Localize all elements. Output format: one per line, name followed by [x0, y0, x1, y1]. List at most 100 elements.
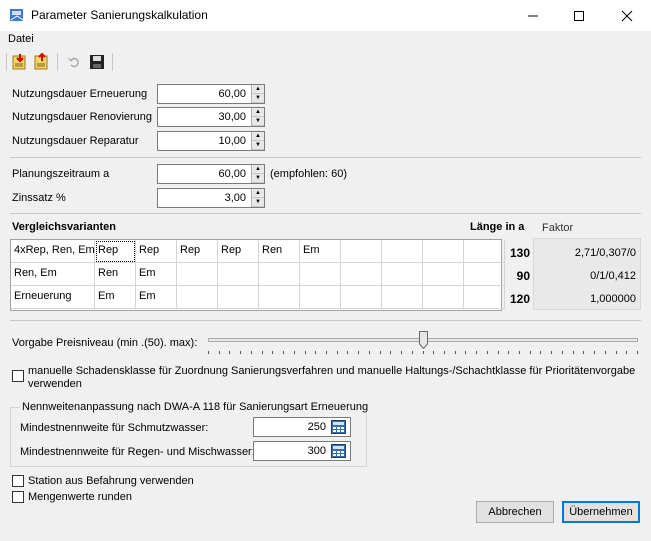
spin-up-icon[interactable]: ▲: [252, 132, 264, 141]
calculator-icon: [331, 444, 346, 458]
variant-step-cell[interactable]: Em: [136, 286, 177, 309]
slider-tick: [519, 351, 521, 354]
spin-down-icon[interactable]: ▼: [252, 117, 264, 126]
slider-tick: [218, 351, 220, 354]
variant-step-cell[interactable]: Rep: [218, 240, 259, 263]
variant-step-cell[interactable]: [259, 286, 300, 309]
reparatur-input[interactable]: 10,00: [157, 131, 265, 151]
window-title: Parameter Sanierungskalkulation: [31, 8, 208, 22]
variant-step-cell[interactable]: Ren: [95, 263, 136, 286]
toolbar-separator: [6, 53, 7, 71]
slider-tick: [401, 351, 403, 354]
slider-tick: [551, 351, 553, 354]
variant-name-cell[interactable]: Erneuerung: [11, 286, 95, 309]
variant-name-cell[interactable]: Ren, Em: [11, 263, 95, 286]
slider-tick: [358, 351, 360, 354]
variant-step-cell[interactable]: Em: [136, 263, 177, 286]
toolbar-separator: [112, 53, 113, 71]
variant-step-cell[interactable]: Em: [300, 240, 341, 263]
zinssatz-spinner[interactable]: ▲ ▼: [251, 189, 264, 207]
variant-step-cell[interactable]: [218, 286, 259, 309]
variant-step-cell[interactable]: [423, 286, 464, 309]
variant-step-cell[interactable]: [177, 286, 218, 309]
variant-step-cell[interactable]: Rep: [136, 240, 177, 263]
variant-step-cell[interactable]: [341, 286, 382, 309]
spin-up-icon[interactable]: ▲: [252, 108, 264, 117]
calculator-button[interactable]: [331, 420, 346, 434]
planungszeitraum-input[interactable]: 60,00: [157, 164, 265, 184]
factor-header: Faktor: [542, 222, 574, 234]
minimize-button[interactable]: [510, 0, 556, 31]
cancel-button[interactable]: Abbrechen: [476, 501, 554, 523]
variant-step-cell[interactable]: [382, 263, 423, 286]
slider-thumb[interactable]: [419, 331, 428, 350]
variants-grid[interactable]: 4xRep, Ren, Em Rep Rep Rep Rep Ren Em Ren, Em Re…: [10, 239, 505, 311]
calculator-button[interactable]: [331, 444, 346, 458]
renovierung-spinner[interactable]: ▲ ▼: [251, 108, 264, 126]
slider-tick: [637, 351, 638, 354]
slider-tick: [561, 351, 563, 354]
label-planungszeitraum: Planungszeitraum a: [12, 168, 110, 180]
undo-icon: [67, 57, 79, 68]
erneuerung-input[interactable]: 60,00: [157, 84, 265, 104]
close-button[interactable]: [604, 0, 650, 31]
erneuerung-spinner[interactable]: ▲ ▼: [251, 85, 264, 103]
save-button[interactable]: [87, 52, 107, 72]
ok-button[interactable]: Übernehmen: [562, 501, 640, 523]
variant-step-cell[interactable]: [341, 240, 382, 263]
variant-step-cell[interactable]: [382, 286, 423, 309]
station-checkbox[interactable]: [12, 475, 24, 487]
label-renovierung: Nutzungsdauer Renovierung: [12, 111, 153, 123]
divider: [10, 213, 641, 214]
variant-step-cell[interactable]: [382, 240, 423, 263]
variant-step-cell[interactable]: Rep: [177, 240, 218, 263]
variant-name-cell[interactable]: 4xRep, Ren, Em: [11, 240, 95, 263]
variant-step-cell[interactable]: [300, 286, 341, 309]
save-icon: [90, 55, 104, 69]
export-button[interactable]: [32, 52, 52, 72]
variant-step-cell[interactable]: [423, 240, 464, 263]
zinssatz-input[interactable]: 3,00: [157, 188, 265, 208]
slider-tick: [497, 351, 499, 354]
app-icon: [9, 7, 25, 23]
undo-button[interactable]: [64, 52, 84, 72]
minimize-icon: [528, 15, 538, 16]
import-button[interactable]: [10, 52, 30, 72]
variant-step-cell[interactable]: Em: [95, 286, 136, 309]
length-header: Länge in a: [470, 221, 525, 233]
spin-up-icon[interactable]: ▲: [252, 165, 264, 174]
variant-length: 90: [516, 269, 530, 283]
slider-tick: [304, 351, 306, 354]
slider-tick: [261, 351, 263, 354]
spin-up-icon[interactable]: ▲: [252, 85, 264, 94]
runden-checkbox[interactable]: [12, 491, 24, 503]
maximize-button[interactable]: [556, 0, 602, 31]
planungszeitraum-spinner[interactable]: ▲ ▼: [251, 165, 264, 183]
slider-tick: [240, 351, 242, 354]
slider-tick: [476, 351, 478, 354]
renovierung-input[interactable]: 30,00: [157, 107, 265, 127]
export-icon: [34, 53, 48, 70]
variant-length: 130: [509, 246, 530, 260]
variant-step-cell[interactable]: Ren: [259, 240, 300, 263]
spin-up-icon[interactable]: ▲: [252, 189, 264, 198]
variant-step-cell[interactable]: [341, 263, 382, 286]
menu-datei[interactable]: Datei: [8, 33, 34, 45]
manuell-checkbox[interactable]: [12, 370, 24, 382]
variant-step-cell[interactable]: [177, 263, 218, 286]
slider-tick: [465, 351, 467, 354]
variant-step-cell[interactable]: [259, 263, 300, 286]
slider-ticks: [208, 351, 638, 355]
variant-step-cell[interactable]: [218, 263, 259, 286]
variant-step-cell[interactable]: [300, 263, 341, 286]
spin-down-icon[interactable]: ▼: [252, 141, 264, 150]
variant-step-cell[interactable]: [423, 263, 464, 286]
spin-down-icon[interactable]: ▼: [252, 174, 264, 183]
reparatur-spinner[interactable]: ▲ ▼: [251, 132, 264, 150]
slider-tick: [390, 351, 392, 354]
planungszeitraum-hint: (empfohlen: 60): [270, 168, 348, 180]
spin-down-icon[interactable]: ▼: [252, 198, 264, 207]
spin-down-icon[interactable]: ▼: [252, 94, 264, 103]
slider-tick: [315, 351, 317, 354]
variant-step-cell[interactable]: Rep: [95, 240, 136, 263]
